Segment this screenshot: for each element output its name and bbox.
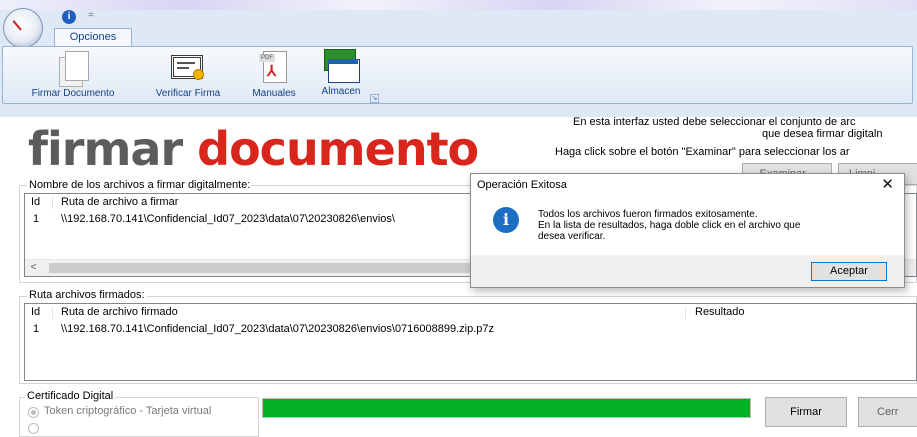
dialog-footer: Aceptar	[471, 255, 904, 287]
application-menu-button[interactable]	[3, 8, 43, 48]
row-path: \\192.168.70.141\Confidencial_Id07_2023\…	[61, 213, 395, 225]
verificar-firma-button[interactable]: Verificar Firma	[143, 51, 233, 99]
brand-title-part2: documento	[197, 122, 479, 176]
token-radio[interactable]	[28, 407, 39, 418]
cerrar-button[interactable]: Cerr	[858, 397, 917, 427]
instruction-line-3: Haga click sobre el botón "Examinar" par…	[555, 146, 850, 158]
almacen-label: Almacen	[321, 86, 361, 97]
progress-bar	[262, 398, 751, 418]
progress-bar-fill	[263, 399, 750, 417]
brand-title-part1: firmar	[28, 122, 183, 176]
certificate-group	[19, 397, 259, 437]
firmar-button[interactable]: Firmar	[765, 397, 847, 427]
token-radio-label: Token criptográfico - Tarjeta virtual	[44, 405, 212, 417]
signed-files-title: Ruta archivos firmados:	[27, 289, 147, 301]
files-to-sign-title: Nombre de los archivos a firmar digitalm…	[27, 179, 253, 191]
firmar-documento-button[interactable]: Firmar Documento	[17, 51, 129, 99]
dialog-message: Todos los archivos fueron firmados exito…	[538, 209, 801, 242]
column-header-id[interactable]: Id	[31, 304, 40, 321]
signed-files-list[interactable]: Id Ruta de archivo firmado Resultado 1 \…	[24, 303, 917, 381]
row-path: \\192.168.70.141\Confidencial_Id07_2023\…	[61, 323, 495, 335]
certificate-store-icon	[322, 49, 360, 83]
certificate-group-title: Certificado Digital	[25, 390, 116, 402]
tab-opciones[interactable]: Opciones	[54, 28, 132, 46]
help-icon[interactable]: i	[62, 10, 76, 24]
document-stack-icon	[57, 51, 89, 87]
column-header-ruta[interactable]: Ruta de archivo a firmar	[61, 194, 178, 211]
column-header-resultado[interactable]: Resultado	[695, 304, 745, 321]
pdf-icon: PDF ⅄	[259, 51, 289, 85]
almacen-button[interactable]: Almacen	[313, 49, 369, 97]
window-title-strip	[0, 0, 917, 10]
success-dialog: Operación Exitosa ✕ i Todos los archivos…	[470, 173, 905, 288]
instruction-line-1: En esta interfaz usted debe seleccionar …	[573, 116, 856, 128]
row-id: 1	[33, 213, 40, 225]
information-icon: i	[493, 207, 519, 233]
row-id: 1	[33, 323, 40, 335]
instruction-line-2: que desea firmar digitaln	[762, 128, 883, 140]
manuales-label: Manuales	[252, 88, 296, 99]
group-launcher-icon[interactable]: ↘	[370, 94, 379, 103]
scrollbar-thumb[interactable]	[49, 263, 489, 273]
close-icon[interactable]: ✕	[881, 175, 894, 193]
dialog-title: Operación Exitosa	[477, 179, 567, 191]
verificar-firma-label: Verificar Firma	[155, 88, 221, 99]
pkcs12-radio[interactable]	[28, 423, 39, 434]
column-header-id[interactable]: Id	[31, 194, 40, 211]
aceptar-button[interactable]: Aceptar	[811, 262, 887, 281]
manuales-button[interactable]: PDF ⅄ Manuales	[241, 51, 307, 99]
column-header-ruta-firmado[interactable]: Ruta de archivo firmado	[61, 304, 178, 321]
firmar-documento-label: Firmar Documento	[31, 88, 115, 99]
ribbon-panel: Firmar Documento Verificar Firma PDF ⅄ Ma…	[2, 46, 913, 104]
certificate-icon	[171, 51, 205, 85]
scroll-left-icon[interactable]: <	[25, 260, 42, 276]
quick-access-dropdown[interactable]: =	[88, 10, 94, 21]
brand-title: firmar documento	[28, 122, 479, 176]
